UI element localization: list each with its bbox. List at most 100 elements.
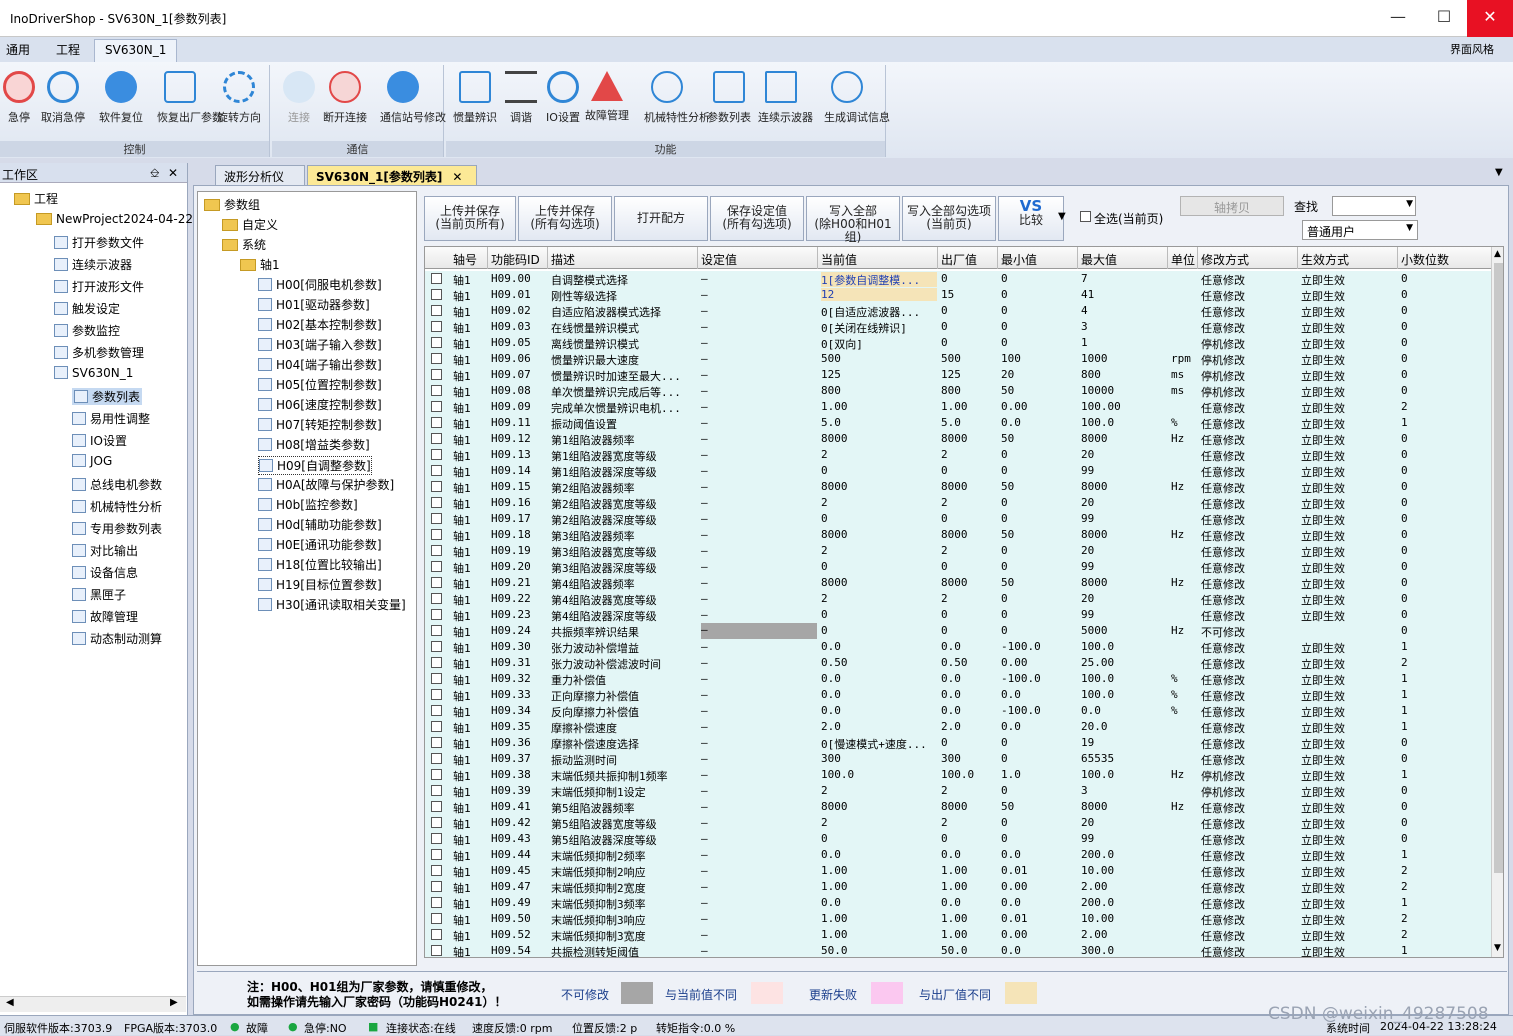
tab-close-icon[interactable]: ✕ [452,170,462,184]
cell-setting[interactable]: — [701,752,817,765]
scroll-up-icon[interactable]: ▲ [1494,249,1501,259]
cell-setting[interactable]: — [701,656,817,669]
ptree-group-7[interactable]: H07[转矩控制参数] [258,416,382,433]
tree-sub-11[interactable]: 动态制动测算 [72,630,162,647]
header-col-factory[interactable]: 出厂值 [941,251,977,268]
tree-item-4[interactable]: 参数监控 [54,322,120,339]
row-checkbox[interactable] [431,529,442,540]
row-checkbox[interactable] [431,465,442,476]
row-checkbox[interactable] [431,497,442,508]
write-checked-button[interactable]: 写入全部勾选项 (当前页) [902,196,996,241]
debug-info-button[interactable]: 生成调试信息 [824,71,890,125]
row-checkbox[interactable] [431,753,442,764]
table-row[interactable]: 轴1 H09.37 振动监测时间 — 300 300 0 65535 任意修改 立即生效 0 [425,751,1491,767]
cell-setting[interactable]: — [701,432,817,445]
table-row[interactable]: 轴1 H09.13 第1组陷波器宽度等级 —2 2 0 20 任意修改 立即生效 0 [425,447,1491,463]
tree-item-0[interactable]: 打开参数文件 [54,234,144,251]
ptree-system[interactable]: 系统 [222,236,266,253]
pin-icon[interactable]: ⎒ [150,166,159,181]
row-checkbox[interactable] [431,433,442,444]
cell-setting[interactable]: — [701,304,817,317]
cell-setting[interactable]: — [701,496,817,509]
tree-sub-5[interactable]: 机械特性分析 [72,498,162,515]
upload-save-checked-button[interactable]: 上传并保存 (所有勾选项) [518,196,612,241]
table-row[interactable]: 轴1 H09.36 摩擦补偿速度选择 — 0[慢速模式+速度... 0 0 19 任意修改 立即生… [425,735,1491,751]
close-button[interactable]: ✕ [1467,0,1513,37]
tree-root-project[interactable]: 工程 [14,190,58,207]
fault-mgmt-button[interactable]: 故障管理 [584,71,630,123]
cell-setting[interactable]: — [701,560,817,573]
table-row[interactable]: 轴1 H09.35 摩擦补偿速度 — 2.0 2.0 0.0 20.0 任意修改 立即生效 1 [425,719,1491,735]
cell-setting[interactable]: — [701,592,817,605]
menu-general[interactable]: 通用 [6,41,30,58]
tree-sub-3[interactable]: JOG [72,454,112,468]
table-row[interactable]: 轴1 H09.02 自适应陷波器模式选择 — 0[自适应滤波器... 0 0 4 任意修改 立即生… [425,303,1491,319]
cell-setting[interactable]: — [701,464,817,477]
ptree-group-1[interactable]: H01[驱动器参数] [258,296,370,313]
cell-setting[interactable]: — [701,384,817,397]
io-setting-button[interactable]: IO设置 [540,71,586,125]
disconnect-button[interactable]: 断开连接 [322,71,368,125]
table-row[interactable]: 轴1 H09.06 惯量辨识最大速度 — 500 500 100 1000 rpm 停机修改 立即生… [425,351,1491,367]
table-row[interactable]: 轴1 H09.20 第3组陷波器深度等级 — 0 0 0 99 任意修改 立即生效 0 [425,559,1491,575]
connect-button[interactable]: 连接 [276,71,322,125]
header-col-effect[interactable]: 生效方式 [1301,251,1349,268]
ptree-group-15[interactable]: H19[目标位置参数] [258,576,382,593]
header-col-min[interactable]: 最小值 [1001,251,1037,268]
station-id-button[interactable]: 通信站号修改 [380,71,446,125]
table-vscroll[interactable]: ▲ ▼ [1491,247,1503,957]
cell-setting[interactable]: — [701,640,817,653]
ptree-group-12[interactable]: H0d[辅助功能参数] [258,516,382,533]
cell-setting[interactable]: — [701,896,817,909]
axis-copy-button[interactable]: 轴拷贝 [1180,196,1284,216]
table-row[interactable]: 轴1 H09.09 完成单次惯量辨识电机... — 1.00 1.00 0.00 100.00… [425,399,1491,415]
scope-button[interactable]: 连续示波器 [758,71,813,125]
row-checkbox[interactable] [431,865,442,876]
tree-sub-8[interactable]: 设备信息 [72,564,138,581]
row-checkbox[interactable] [431,641,442,652]
row-checkbox[interactable] [431,881,442,892]
row-checkbox[interactable] [431,737,442,748]
cell-setting[interactable]: — [701,944,817,957]
table-row[interactable]: 轴1 H09.54 共振检测转矩阈值 — 50.0 50.0 0.0 300.0 任意修改 立即生… [425,943,1491,957]
write-all-button[interactable]: 写入全部 (除H00和H01组) [806,196,900,244]
cell-setting[interactable]: — [701,928,817,941]
row-checkbox[interactable] [431,513,442,524]
cell-setting[interactable]: — [701,720,817,733]
table-row[interactable]: 轴1 H09.18 第3组陷波器频率 — 8000 8000 50 8000 Hz 任意修改 立即生… [425,527,1491,543]
header-divider[interactable] [817,247,818,269]
row-checkbox[interactable] [431,449,442,460]
table-row[interactable]: 轴1 H09.52 末端低频抑制3宽度 — 1.00 1.00 0.00 2.00 任意修改 立即… [425,927,1491,943]
row-checkbox[interactable] [431,273,442,284]
row-checkbox[interactable] [431,897,442,908]
header-divider[interactable] [997,247,998,269]
select-all-checkbox[interactable] [1080,211,1091,222]
row-checkbox[interactable] [431,785,442,796]
ptree-group-5[interactable]: H05[位置控制参数] [258,376,382,393]
ptree-axis1[interactable]: 轴1 [240,256,280,273]
header-col-decimals[interactable]: 小数位数 [1401,251,1449,268]
tree-sub-9[interactable]: 黑匣子 [72,586,126,603]
cell-setting[interactable]: — [701,623,817,639]
row-checkbox[interactable] [431,369,442,380]
table-row[interactable]: 轴1 H09.22 第4组陷波器宽度等级 —2 2 0 20 任意修改 立即生效 0 [425,591,1491,607]
ptree-root[interactable]: 参数组 [204,196,260,213]
rotation-direction-button[interactable]: 旋转方向 [216,71,262,125]
table-row[interactable]: 轴1 H09.16 第2组陷波器宽度等级 —2 2 0 20 任意修改 立即生效 0 [425,495,1491,511]
table-row[interactable]: 轴1 H09.23 第4组陷波器深度等级 — 0 0 0 99 任意修改 立即生效 0 [425,607,1491,623]
table-row[interactable]: 轴1 H09.44 末端低频抑制2频率 — 0.0 0.0 0.0 200.0 任意修改 立即生效… [425,847,1491,863]
maximize-button[interactable]: ☐ [1421,0,1467,37]
row-checkbox[interactable] [431,561,442,572]
row-checkbox[interactable] [431,321,442,332]
mech-analysis-button[interactable]: 机械特性分析 [644,71,710,125]
table-row[interactable]: 轴1 H09.14 第1组陷波器深度等级 — 0 0 0 99 任意修改 立即生效 0 [425,463,1491,479]
header-col-modify[interactable]: 修改方式 [1201,251,1249,268]
row-checkbox[interactable] [431,625,442,636]
tab-waveform[interactable]: 波形分析仪 [215,165,305,185]
ptree-group-14[interactable]: H18[位置比较输出] [258,556,382,573]
ptree-group-16[interactable]: H30[通讯读取相关变量] [258,596,406,613]
cell-setting[interactable]: — [701,400,817,413]
table-row[interactable]: 轴1 H09.01 刚性等级选择 — 12 15 0 41 任意修改 立即生效 0 [425,287,1491,303]
tree-sub-1[interactable]: 易用性调整 [72,410,150,427]
tree-sub-0[interactable]: 参数列表 [72,388,143,405]
